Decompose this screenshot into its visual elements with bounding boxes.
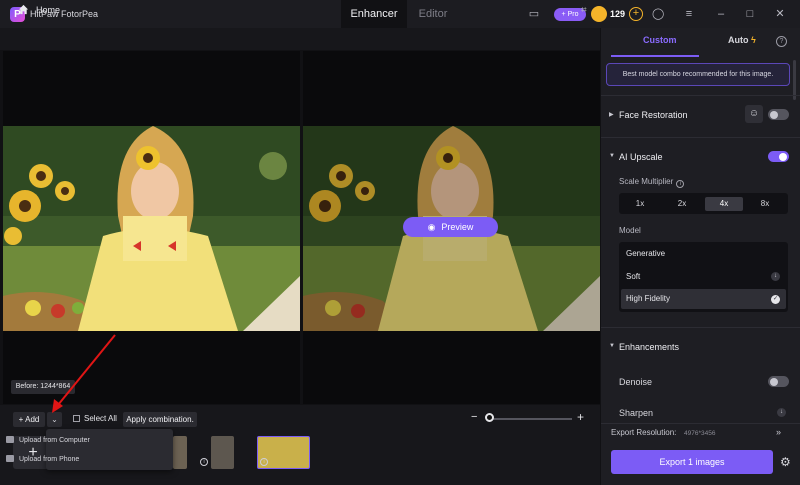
crop-icon[interactable]: ⌗: [581, 5, 593, 17]
ai-upscale-toggle[interactable]: [768, 151, 789, 162]
phone-icon: [6, 455, 14, 462]
caret-down-icon[interactable]: ▼: [609, 343, 615, 349]
export-resolution-label: Export Resolution:: [611, 428, 677, 437]
face-restoration-toggle[interactable]: [768, 109, 789, 120]
ai-upscale-title[interactable]: AI Upscale: [619, 152, 663, 162]
export-button[interactable]: Export 1 images: [611, 450, 773, 474]
thumbnail[interactable]: [173, 436, 187, 469]
help-icon[interactable]: ?: [776, 36, 787, 47]
user-icon[interactable]: ◯: [652, 8, 664, 20]
before-size-label: Before: 1244*864: [11, 380, 75, 394]
scale-option-2x[interactable]: 2x: [663, 197, 701, 211]
caret-right-icon[interactable]: ▶: [609, 111, 614, 118]
sharpen-label: Sharpen: [619, 408, 654, 418]
computer-icon: [6, 436, 14, 443]
info-icon[interactable]: i: [676, 180, 685, 188]
home-bar: [0, 28, 600, 50]
denoise-toggle[interactable]: [768, 376, 789, 387]
gear-icon[interactable]: ⚙: [780, 455, 791, 469]
download-icon[interactable]: ↓: [771, 272, 780, 281]
denoise-label: Denoise: [619, 377, 653, 387]
info-icon[interactable]: i: [200, 458, 208, 466]
info-icon[interactable]: i: [260, 458, 268, 466]
apply-combination-button[interactable]: Apply combination.: [123, 412, 197, 427]
coin-icon: [591, 6, 607, 22]
select-all-checkbox[interactable]: Select All: [73, 414, 117, 423]
lightning-icon: ϟ: [751, 35, 756, 45]
tab-custom[interactable]: Custom: [643, 35, 677, 45]
home-link[interactable]: Home: [36, 5, 60, 15]
tab-auto[interactable]: Auto ϟ: [728, 35, 756, 45]
model-label: Model: [619, 226, 641, 235]
scale-multiplier-label: Scale Multiplier i: [619, 177, 685, 188]
sidebar-scrollbar[interactable]: [793, 60, 796, 100]
preview-button[interactable]: ◉ Preview: [403, 217, 498, 237]
add-dropdown-button[interactable]: ⌄: [47, 412, 62, 427]
before-image: [3, 126, 300, 331]
export-resolution-value: 4976*3456: [684, 430, 716, 437]
minimize-icon[interactable]: –: [715, 8, 727, 20]
divider: [601, 327, 800, 328]
scale-option-4x[interactable]: 4x: [705, 197, 743, 211]
zoom-out-button[interactable]: −: [471, 411, 477, 423]
double-chevron-icon[interactable]: »: [776, 427, 781, 437]
face-restoration-title[interactable]: Face Restoration: [619, 110, 688, 120]
eye-icon: ◉: [427, 222, 436, 232]
face-icon[interactable]: ☺: [745, 105, 763, 123]
upload-from-phone[interactable]: Upload from Phone: [6, 455, 79, 463]
chat-icon[interactable]: ▭: [528, 8, 540, 20]
tab-enhancer[interactable]: Enhancer: [341, 0, 407, 28]
divider: [601, 95, 800, 96]
maximize-icon[interactable]: □: [744, 8, 756, 20]
zoom-slider-track[interactable]: [486, 418, 572, 420]
enhancements-title[interactable]: Enhancements: [619, 342, 679, 352]
check-icon: ✓: [771, 295, 780, 304]
close-icon[interactable]: ✕: [774, 8, 786, 20]
upload-from-computer[interactable]: Upload from Computer: [6, 436, 90, 444]
tab-editor[interactable]: Editor: [409, 0, 457, 28]
checkbox-icon: [73, 415, 80, 422]
recommendation-hint: Best model combo recommended for this im…: [606, 63, 790, 86]
before-panel: [3, 51, 300, 404]
model-option-high-fidelity[interactable]: High Fidelity: [621, 289, 786, 309]
model-option-soft[interactable]: Soft: [621, 267, 786, 287]
buy-credits-button[interactable]: +: [629, 7, 643, 21]
zoom-slider-handle[interactable]: [485, 413, 494, 422]
home-icon[interactable]: [18, 4, 29, 15]
add-button[interactable]: + Add: [13, 412, 45, 427]
zoom-in-button[interactable]: +: [577, 410, 584, 424]
divider: [601, 137, 800, 138]
scale-option-8x[interactable]: 8x: [746, 197, 784, 211]
credits-count: 129: [610, 9, 626, 19]
menu-icon[interactable]: ≡: [683, 8, 695, 20]
model-option-generative[interactable]: Generative: [621, 244, 786, 264]
caret-down-icon[interactable]: ▼: [609, 153, 615, 159]
thumbnail[interactable]: [211, 436, 234, 469]
download-icon[interactable]: ↓: [777, 408, 786, 417]
scale-option-1x[interactable]: 1x: [621, 197, 659, 211]
tab-underline: [611, 55, 699, 57]
